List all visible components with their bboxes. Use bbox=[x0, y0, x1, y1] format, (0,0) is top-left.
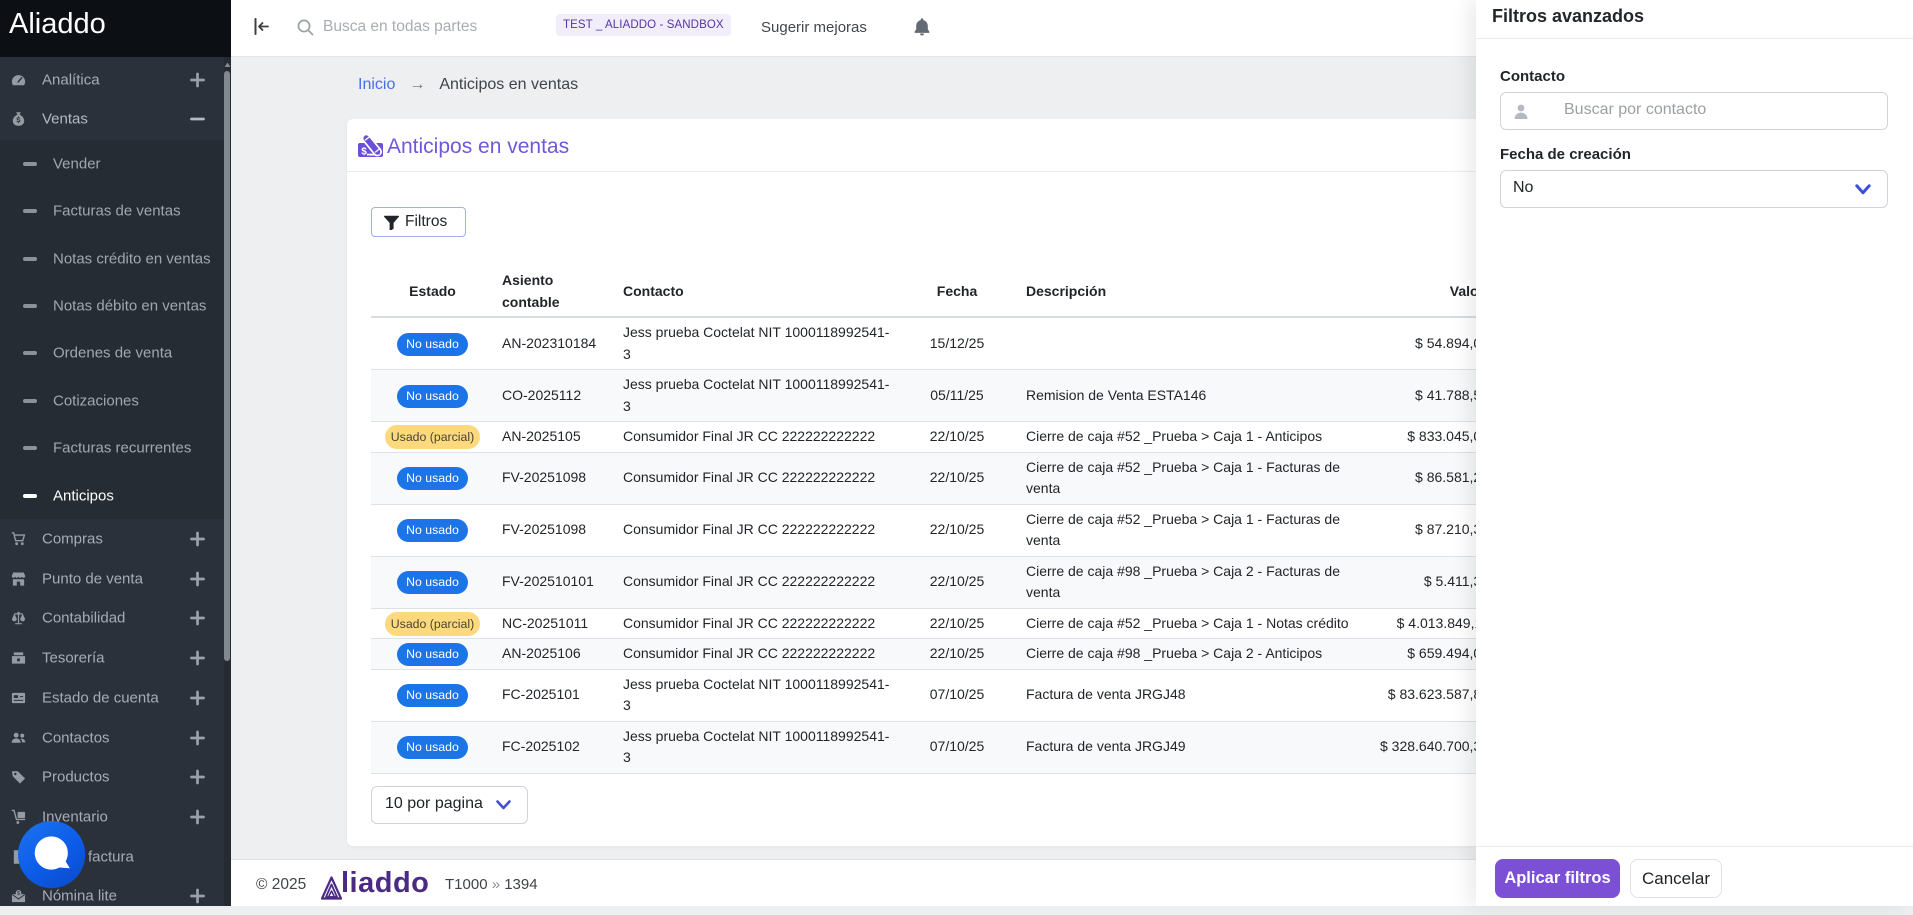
svg-text:$: $ bbox=[361, 147, 367, 158]
